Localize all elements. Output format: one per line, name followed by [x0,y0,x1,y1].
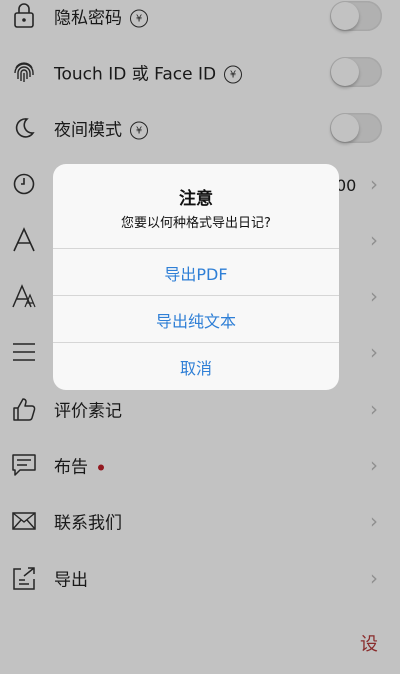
export-format-dialog: 注意 您要以何种格式导出日记? 导出PDF 导出纯文本 取消 [53,164,339,390]
dialog-message: 您要以何种格式导出日记? [121,216,271,231]
dialog-title: 注意 [179,189,213,209]
cancel-button[interactable]: 取消 [53,342,339,390]
export-plain-text-button[interactable]: 导出纯文本 [53,295,339,343]
export-pdf-button[interactable]: 导出PDF [53,248,339,296]
